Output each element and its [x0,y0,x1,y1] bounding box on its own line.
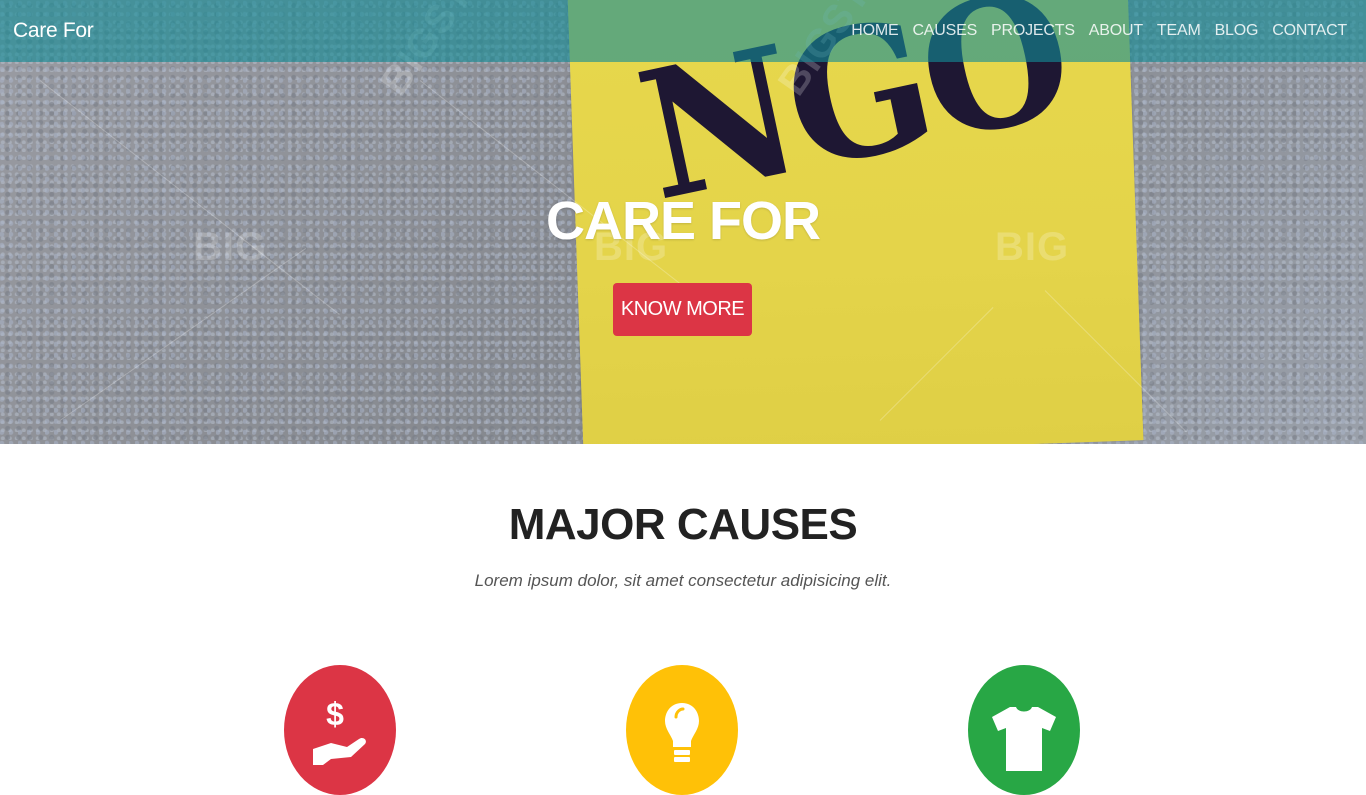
lightbulb-icon [665,703,699,762]
svg-text:$: $ [326,696,344,732]
know-more-button[interactable]: KNOW MORE [613,283,752,336]
cause-ideas[interactable] [626,665,738,795]
donation-icon: $ [313,696,366,765]
section-subtitle: Lorem ipsum dolor, sit amet consectetur … [474,571,892,590]
cause-clothing[interactable] [968,665,1080,795]
top-navbar: Care For HOME CAUSES PROJECTS ABOUT TEAM… [0,0,1366,62]
hero-title: CARE FOR [546,191,821,251]
nav-link-team[interactable]: TEAM [1150,22,1208,40]
nav-link-blog[interactable]: BLOG [1208,22,1266,40]
nav-link-contact[interactable]: CONTACT [1265,22,1354,40]
watermark-line [59,248,307,421]
nav-link-about[interactable]: ABOUT [1082,22,1150,40]
nav-link-projects[interactable]: PROJECTS [984,22,1082,40]
section-title: MAJOR CAUSES [508,500,858,549]
brand-logo-link[interactable]: Care For [13,19,94,43]
nav-links: HOME CAUSES PROJECTS ABOUT TEAM BLOG CON… [844,22,1354,40]
cause-donation[interactable]: $ [284,665,396,795]
nav-link-home[interactable]: HOME [844,22,905,40]
tshirt-icon [992,707,1056,771]
nav-link-causes[interactable]: CAUSES [905,22,984,40]
